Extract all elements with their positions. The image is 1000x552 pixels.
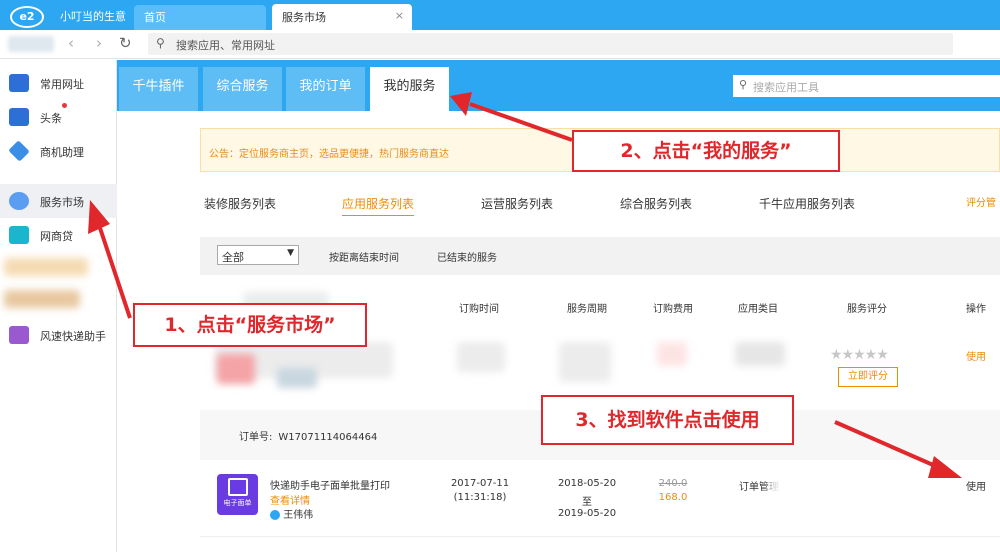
tab-my-orders[interactable]: 我的订单 [286, 67, 365, 111]
status-select[interactable]: 全部 ▼ [217, 245, 299, 265]
search-icon: ⚲ [739, 78, 748, 91]
price: 168.0 [658, 492, 688, 503]
sidebar-item-label: 风速快递助手 [40, 330, 106, 343]
original-price: 240.0 [658, 478, 688, 489]
app-name[interactable]: 快递助手电子面单批量打印 [270, 477, 390, 492]
rating-stars: ★★★★★ [830, 347, 889, 363]
rate-manage-link[interactable]: 评分管 [966, 194, 996, 209]
vendor[interactable]: 王伟伟 [270, 506, 313, 521]
order-id: W17071114064464 [278, 432, 378, 443]
gamepad-icon [9, 226, 29, 244]
tool-search-input[interactable]: ⚲ 搜索应用工具 [733, 75, 1000, 97]
tab-qianniu-plugins[interactable]: 千牛插件 [119, 67, 198, 111]
app-icon[interactable]: 电子面单 [217, 474, 258, 515]
heart-icon [9, 192, 29, 210]
main-tabs: 千牛插件 综合服务 我的订单 我的服务 ⚲ 搜索应用工具 [117, 60, 1000, 111]
sidebar-item-loan[interactable]: 网商贷 [0, 218, 117, 252]
forward-icon[interactable]: › [96, 34, 102, 52]
search-input[interactable]: ⚲ 搜索应用、常用网址 [148, 33, 953, 55]
period-end: 2019-05-20 [557, 508, 617, 519]
notification-dot [62, 103, 67, 108]
order-number: 订单号: W17071114064464 [239, 428, 377, 443]
sidebar: 常用网址 头条 商机助理 服务市场 网商贷 风速快递助手 [0, 60, 117, 552]
col-fee: 订购费用 [653, 304, 693, 315]
tab-service-market[interactable]: 服务市场 × [272, 4, 412, 30]
chart-icon [8, 140, 30, 162]
sidebar-item-label: 头条 [40, 112, 62, 125]
tool-search-placeholder: 搜索应用工具 [753, 81, 819, 94]
view-details-link[interactable]: 查看详情 [270, 492, 310, 507]
back-icon[interactable]: ‹ [68, 34, 74, 52]
chevron-down-icon: ▼ [287, 248, 294, 258]
period-to: 至 [582, 497, 592, 508]
ended-services-link[interactable]: 已结束的服务 [437, 249, 497, 264]
subtab-app-services[interactable]: 应用服务列表 [342, 195, 415, 216]
subtab-operation[interactable]: 运营服务列表 [481, 195, 553, 212]
app-icon-label: 电子面单 [223, 499, 252, 507]
document-icon [227, 478, 248, 496]
use-button[interactable]: 使用 [966, 478, 986, 493]
use-button[interactable]: 使用 [966, 348, 986, 363]
rate-now-button[interactable]: 立即评分 [838, 367, 898, 387]
col-order-time: 订购时间 [459, 304, 499, 315]
divider [200, 536, 1000, 537]
delivery-icon [9, 326, 29, 344]
sidebar-item-label: 服务市场 [40, 196, 84, 209]
globe-icon [9, 74, 29, 92]
blurred-item [4, 258, 88, 276]
filter-bar: 全部 ▼ 按距离结束时间 已结束的服务 [200, 237, 1000, 275]
annotation-step-3: 3、找到软件点击使用 [541, 395, 794, 445]
tab-label: 服务市场 [282, 11, 326, 24]
sidebar-item-label: 商机助理 [40, 146, 84, 159]
sidebar-item-favorites[interactable]: 常用网址 [0, 66, 117, 100]
annotation-step-2: 2、点击“我的服务” [572, 130, 840, 172]
col-action: 操作 [966, 304, 986, 315]
select-value: 全部 [222, 251, 244, 264]
vendor-name: 王伟伟 [283, 510, 314, 521]
app-logo: e2 [10, 6, 44, 28]
news-icon [9, 108, 29, 126]
tab-my-services[interactable]: 我的服务 [370, 67, 449, 111]
blurred-region [769, 468, 944, 528]
sidebar-item-delivery[interactable]: 风速快递助手 [0, 318, 117, 352]
search-icon: ⚲ [156, 36, 165, 50]
close-icon[interactable]: × [395, 9, 404, 22]
sidebar-item-assistant[interactable]: 商机助理 [0, 134, 117, 168]
sort-by-end-time[interactable]: 按距离结束时间 [329, 249, 399, 264]
period-start: 2018-05-20 [557, 478, 617, 489]
col-period: 服务周期 [567, 304, 607, 315]
order-label: 订单号: [239, 432, 273, 443]
blurred-item [4, 290, 80, 308]
subtab-qianniu-apps[interactable]: 千牛应用服务列表 [759, 195, 855, 212]
subtab-decoration[interactable]: 装修服务列表 [204, 195, 276, 212]
sidebar-item-label: 网商贷 [40, 230, 73, 243]
subtab-general[interactable]: 综合服务列表 [620, 195, 692, 212]
address-bar: ‹ › ↻ ⚲ 搜索应用、常用网址 [0, 30, 1000, 59]
order-time: (11:31:18) [453, 492, 507, 503]
refresh-icon[interactable]: ↻ [119, 34, 132, 52]
order-date: 2017-07-11 [450, 478, 510, 489]
tab-home[interactable]: 首页 [134, 5, 266, 30]
title-bar: e2 小叮当的生意 首页 服务市场 × [0, 0, 1000, 30]
col-rating: 服务评分 [847, 304, 887, 315]
tab-general-services[interactable]: 综合服务 [203, 67, 282, 111]
shop-name[interactable]: 小叮当的生意 [60, 8, 126, 24]
sidebar-item-news[interactable]: 头条 [0, 100, 117, 134]
blurred-logo [8, 36, 54, 52]
annotation-step-1: 1、点击“服务市场” [133, 303, 367, 347]
col-category: 应用类目 [738, 304, 778, 315]
sidebar-item-service-market[interactable]: 服务市场 [0, 184, 117, 218]
search-placeholder: 搜索应用、常用网址 [176, 39, 275, 52]
wangwang-icon [270, 510, 280, 520]
sidebar-item-label: 常用网址 [40, 78, 84, 91]
